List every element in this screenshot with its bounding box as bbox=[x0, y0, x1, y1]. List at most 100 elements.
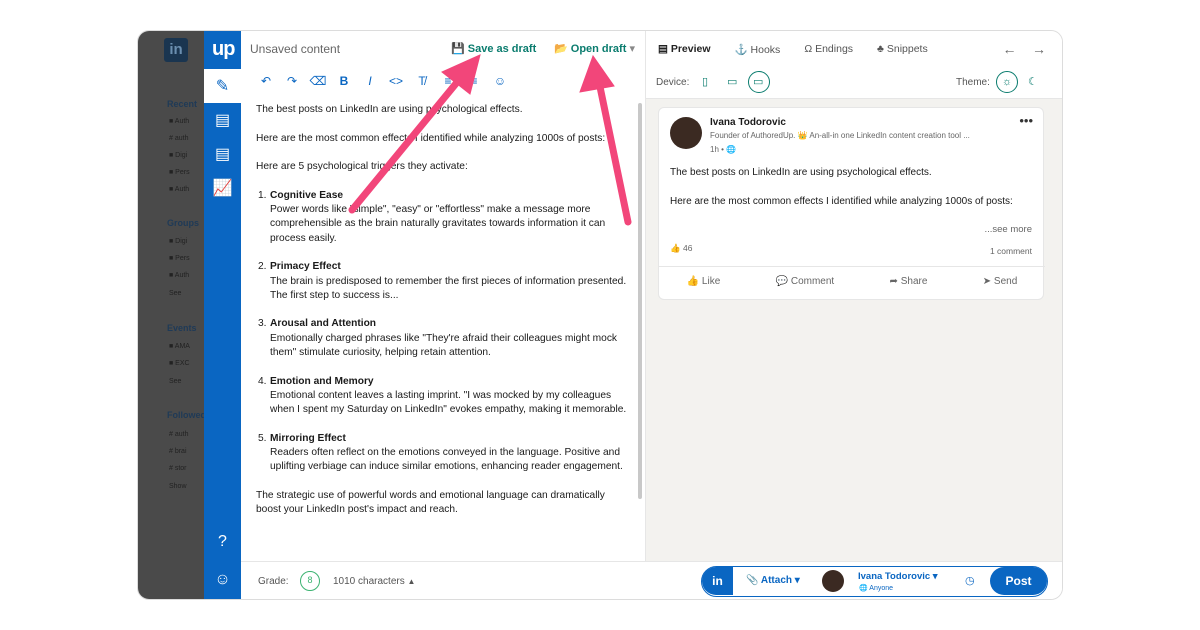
action-label: Send bbox=[993, 276, 1018, 287]
attach-button[interactable]: 📎 Attach ▾ bbox=[746, 575, 800, 586]
bg-row: # auth bbox=[169, 135, 189, 142]
bg-section-groups: Groups bbox=[167, 218, 200, 228]
more-options-icon[interactable]: ••• bbox=[1019, 113, 1033, 128]
preview-panel: ▤ Preview ⚓ Hooks Ω Endings ♣ Snippets ←… bbox=[646, 31, 1062, 561]
preview-tabs: ▤ Preview ⚓ Hooks Ω Endings ♣ Snippets ←… bbox=[646, 31, 1062, 67]
globe-icon: 🌐 bbox=[726, 145, 737, 154]
list-item: 3. Arousal and Attention Emotionally cha… bbox=[256, 317, 628, 360]
analytics-nav-icon[interactable]: 📈 bbox=[204, 171, 241, 205]
bg-row: See bbox=[169, 378, 182, 385]
bg-section-followed: Followed bbox=[167, 410, 206, 420]
tab-snippets[interactable]: ♣ Snippets bbox=[877, 43, 928, 55]
post-line: The best posts on LinkedIn are using psy… bbox=[670, 167, 932, 178]
tab-label: Preview bbox=[670, 43, 711, 55]
comment-button[interactable]: 💬 Comment bbox=[776, 276, 835, 287]
back-arrow-icon[interactable]: ← bbox=[1002, 41, 1016, 57]
like-button[interactable]: 👍 Like bbox=[687, 276, 721, 287]
visibility-label: 🌐 Anyone bbox=[859, 584, 893, 592]
profile-icon[interactable]: ☺ bbox=[204, 563, 241, 597]
list-number: 2. bbox=[258, 261, 267, 273]
tab-label: Hooks bbox=[750, 43, 781, 56]
tablet-device-icon[interactable]: ▭ bbox=[727, 75, 737, 88]
post-time-text: 1h • bbox=[710, 145, 724, 154]
numbered-list-icon[interactable]: ≡ bbox=[461, 74, 487, 88]
grade-label: Grade: bbox=[258, 576, 289, 587]
post-text[interactable]: The best posts on LinkedIn are using psy… bbox=[256, 103, 628, 532]
bullet-list-icon[interactable]: ≡ bbox=[435, 74, 461, 88]
post-preview-card: Ivana Todorovic Founder of AuthoredUp. 👑… bbox=[658, 107, 1045, 300]
character-count[interactable]: 1010 characters ▲ bbox=[333, 576, 415, 587]
see-more-link[interactable]: ...see more bbox=[984, 224, 1032, 235]
poster-avatar bbox=[822, 570, 844, 592]
light-theme-icon[interactable]: ☼ bbox=[996, 71, 1018, 93]
comment-count: 1 comment bbox=[989, 246, 1032, 256]
bg-row: # stor bbox=[169, 465, 187, 472]
bg-row: ■ Pers bbox=[169, 169, 190, 176]
post-time: 1h • 🌐 bbox=[710, 145, 736, 154]
eraser-icon[interactable]: ⌫ bbox=[305, 74, 331, 88]
list-item-title: Mirroring Effect bbox=[270, 432, 346, 444]
clear-format-icon[interactable]: T̸ bbox=[409, 74, 435, 88]
avatar bbox=[670, 117, 702, 149]
list-item-title: Emotion and Memory bbox=[270, 375, 374, 387]
poster-name[interactable]: Ivana Todorovic ▾ bbox=[858, 571, 938, 582]
send-button[interactable]: ➤ Send bbox=[983, 276, 1018, 287]
bg-row: ■ Auth bbox=[169, 118, 190, 125]
list-item-title: Arousal and Attention bbox=[270, 318, 377, 330]
redo-icon[interactable]: ↷ bbox=[279, 74, 305, 88]
bg-row: ■ EXC bbox=[169, 360, 190, 367]
bottom-bar: Grade: 8 1010 characters ▲ in 📎 Attach ▾… bbox=[241, 561, 1062, 599]
list-item-title: Primacy Effect bbox=[270, 261, 341, 273]
visibility-text: Anyone bbox=[869, 585, 894, 592]
help-icon[interactable]: ? bbox=[204, 525, 241, 559]
open-draft-button[interactable]: 📂 Open draft ▾ bbox=[554, 42, 635, 55]
open-draft-label: Open draft bbox=[570, 43, 627, 55]
bold-icon[interactable]: B bbox=[331, 74, 357, 88]
editor-scrollbar[interactable] bbox=[638, 103, 642, 499]
save-draft-label: Save as draft bbox=[467, 43, 537, 55]
archive-nav-icon[interactable]: ▤ bbox=[204, 137, 241, 171]
bg-section-events: Events bbox=[167, 323, 197, 333]
author-headline: Founder of AuthoredUp. 👑 An-all-in one L… bbox=[710, 131, 970, 140]
editor-nav-icon[interactable]: ✎ bbox=[204, 69, 241, 103]
emoji-icon[interactable]: ☺ bbox=[487, 74, 513, 88]
send-icon: ➤ bbox=[982, 276, 992, 287]
forward-arrow-icon[interactable]: → bbox=[1032, 41, 1046, 57]
schedule-icon[interactable]: ◷ bbox=[965, 574, 975, 587]
poster-name-text: Ivana Todorovic bbox=[858, 571, 931, 582]
bg-row: # brai bbox=[169, 448, 187, 455]
tab-endings[interactable]: Ω Endings bbox=[804, 43, 853, 55]
bg-row: ■ Digi bbox=[169, 152, 188, 159]
post-button[interactable]: Post bbox=[990, 567, 1047, 595]
italic-icon[interactable]: I bbox=[357, 74, 383, 88]
mobile-device-icon[interactable]: ▯ bbox=[702, 75, 708, 88]
desktop-device-icon: ▭ bbox=[753, 76, 764, 88]
list-number: 3. bbox=[258, 318, 267, 330]
list-item: 2. Primacy Effect The brain is predispos… bbox=[256, 260, 628, 303]
like-reaction-icon: 👍 bbox=[670, 243, 681, 253]
share-button[interactable]: ➦ Share bbox=[890, 276, 928, 287]
tab-hooks[interactable]: ⚓ Hooks bbox=[735, 43, 781, 56]
attach-label: Attach bbox=[760, 575, 792, 586]
code-icon[interactable]: <> bbox=[383, 74, 409, 88]
comment-icon: 💬 bbox=[775, 276, 789, 287]
tab-preview[interactable]: ▤ Preview bbox=[658, 43, 711, 55]
grade-badge[interactable]: 8 bbox=[300, 571, 320, 591]
bg-row: ■ Pers bbox=[169, 255, 190, 262]
content-nav-icon[interactable]: ▤ bbox=[204, 103, 241, 137]
linkedin-background: in Recent ■ Auth # auth ■ Digi ■ Pers ■ … bbox=[138, 31, 206, 599]
chevron-up-icon: ▲ bbox=[407, 577, 416, 586]
globe-icon: 🌐 bbox=[859, 585, 868, 592]
action-label: Share bbox=[900, 276, 928, 287]
post-body: The best posts on LinkedIn are using psy… bbox=[670, 166, 1030, 209]
bg-row: # auth bbox=[169, 431, 189, 438]
dark-theme-icon[interactable]: ☾ bbox=[1028, 75, 1038, 88]
list-item-text: Readers often reflect on the emotions co… bbox=[270, 447, 623, 473]
device-bar: Device: ▯ ▭ ▭ Theme: ☼ ☾ bbox=[646, 67, 1062, 99]
post-bar: in 📎 Attach ▾ Ivana Todorovic ▾ 🌐 Anyone… bbox=[701, 566, 1048, 597]
save-draft-button[interactable]: 💾 Save as draft bbox=[451, 42, 536, 55]
undo-icon[interactable]: ↶ bbox=[253, 74, 279, 88]
like-count: 46 bbox=[682, 243, 693, 253]
action-label: Comment bbox=[790, 276, 835, 287]
history-nav: ← → bbox=[1002, 41, 1046, 57]
